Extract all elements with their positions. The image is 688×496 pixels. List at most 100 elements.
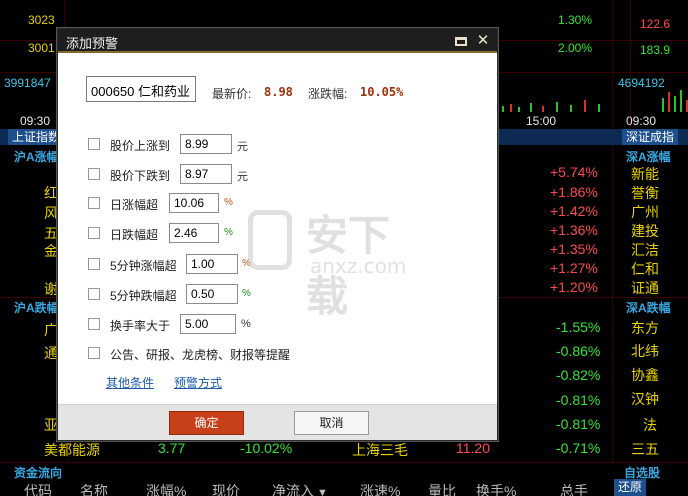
tab-shenzhen-index[interactable]: 深证成指 <box>622 129 679 145</box>
stock-code-field[interactable]: 000650 仁和药业 <box>86 76 196 102</box>
day-fall-checkbox[interactable] <box>88 227 100 239</box>
down-pct: -0.86% <box>556 343 601 359</box>
stock-name-fragment[interactable]: 北纬 <box>631 341 659 361</box>
stock-name-fragment[interactable]: 通 <box>44 343 58 363</box>
price-up-label: 股价上涨到 <box>110 139 171 153</box>
stock-name-fragment[interactable]: 新能 <box>631 164 659 184</box>
five-min-rise-checkbox[interactable] <box>88 258 100 270</box>
five-min-fall-input[interactable]: 0.50 <box>186 284 238 304</box>
five-min-rise-input[interactable]: 1.00 <box>186 254 238 274</box>
price-label: 3023 <box>28 13 55 27</box>
latest-price-value: 8.98 <box>264 85 293 99</box>
maximize-icon[interactable] <box>452 32 470 50</box>
pct-label: 1.30% <box>558 13 593 27</box>
price-up-input[interactable]: 8.99 <box>180 134 232 154</box>
stock-name-fragment[interactable]: 法 <box>643 415 657 435</box>
other-conditions-link[interactable]: 其他条件 <box>106 374 154 391</box>
dialog-title: 添加预警 <box>66 36 119 51</box>
col-header-speed[interactable]: 涨速% <box>360 481 400 496</box>
notices-label: 公告、研报、龙虎榜、财报等提醒 <box>110 348 291 362</box>
stock-name-fragment[interactable]: 风 <box>44 203 58 223</box>
col-header-change[interactable]: 涨幅% <box>146 481 186 496</box>
col-header-name[interactable]: 名称 <box>80 481 108 496</box>
stock-name-fragment[interactable]: 汇洁 <box>631 240 659 260</box>
change-value: 10.05% <box>360 85 404 99</box>
down-pct: -0.82% <box>556 367 601 383</box>
pct-label: 2.00% <box>558 41 593 55</box>
stock-name-fragment[interactable]: 仁和 <box>631 259 659 279</box>
price-up-checkbox[interactable] <box>88 138 100 150</box>
day-rise-input[interactable]: 10.06 <box>169 193 219 213</box>
down-pct: -0.81% <box>556 416 601 432</box>
stock-name-fragment[interactable]: 协鑫 <box>631 365 659 385</box>
stock-name-fragment[interactable]: 建投 <box>631 221 659 241</box>
capital-flow-title: 资金流向 <box>14 466 63 480</box>
turnover-label: 换手率大于 <box>110 319 171 333</box>
time-label: 09:30 <box>20 114 51 128</box>
sh-up-title: 沪A涨幅 <box>14 150 59 164</box>
up-pct: +5.74% <box>550 164 598 180</box>
five-min-rise-unit: % <box>242 258 251 269</box>
up-pct: +1.20% <box>550 279 598 295</box>
stock-name-fragment[interactable]: 亚 <box>44 415 58 435</box>
stock-name-fragment[interactable]: 三五 <box>631 439 659 459</box>
tab-shanghai-index[interactable]: 上证指数 <box>8 129 65 145</box>
volume-bars-right <box>660 88 688 112</box>
down-pct: -1.55% <box>556 319 601 335</box>
turnover-input[interactable]: 5.00 <box>180 314 236 334</box>
day-fall-unit: % <box>224 227 233 238</box>
col-header-code[interactable]: 代码 <box>24 481 52 496</box>
alert-method-link[interactable]: 预警方式 <box>174 374 222 391</box>
grid-line <box>612 0 613 128</box>
sort-down-icon: ▼ <box>314 487 328 496</box>
cancel-button[interactable]: 取消 <box>294 411 369 435</box>
day-rise-unit: % <box>224 197 233 208</box>
up-pct: +1.42% <box>550 203 598 219</box>
stock-name-fragment[interactable]: 誉衡 <box>631 183 659 203</box>
day-fall-label: 日跌幅超 <box>110 228 159 242</box>
last-row-name2[interactable]: 上海三毛 <box>352 440 408 460</box>
time-label: 15:00 <box>526 114 557 128</box>
add-alert-dialog: 添加预警 ✕ 000650 仁和药业 最新价: 8.98 涨跌幅: 10.05%… <box>57 28 498 441</box>
day-rise-checkbox[interactable] <box>88 197 100 209</box>
dialog-title-bar[interactable]: 添加预警 ✕ <box>58 29 497 53</box>
col-header-total[interactable]: 总手 <box>560 481 588 496</box>
confirm-button[interactable]: 确定 <box>169 411 244 435</box>
price-label: 122.6 <box>640 17 671 31</box>
stock-name-fragment[interactable]: 东方 <box>631 318 659 338</box>
restore-button[interactable]: 还原 <box>614 479 646 496</box>
stock-name-fragment[interactable]: 金 <box>44 241 58 261</box>
stock-name-fragment[interactable]: 五 <box>44 223 58 243</box>
stock-name-fragment[interactable]: 证通 <box>631 278 659 298</box>
time-label: 09:30 <box>626 114 657 128</box>
notices-checkbox[interactable] <box>88 347 100 359</box>
price-down-checkbox[interactable] <box>88 168 100 180</box>
last-row-name[interactable]: 美都能源 <box>44 440 100 460</box>
change-label: 涨跌幅: <box>308 87 348 101</box>
price-down-unit: 元 <box>237 171 248 183</box>
last-row-price2: 11.20 <box>456 440 490 456</box>
volume-label: 4694192 <box>618 76 665 90</box>
col-header-volratio[interactable]: 量比 <box>428 481 456 496</box>
stock-name-fragment[interactable]: 红 <box>44 183 58 203</box>
col-header-price[interactable]: 现价 <box>212 481 240 496</box>
close-icon[interactable]: ✕ <box>474 32 492 50</box>
stock-name-fragment[interactable]: 广州 <box>631 202 659 222</box>
stock-name-fragment[interactable]: 广 <box>44 320 58 340</box>
up-pct: +1.86% <box>550 184 598 200</box>
grid-line <box>630 0 631 128</box>
up-pct: +1.27% <box>550 260 598 276</box>
col-header-turnover[interactable]: 换手% <box>476 481 516 496</box>
stock-name-fragment[interactable]: 谢 <box>44 279 58 299</box>
five-min-fall-checkbox[interactable] <box>88 288 100 300</box>
stock-name-fragment[interactable]: 汉钟 <box>631 389 659 409</box>
volume-label: 3991847 <box>4 76 51 90</box>
col-header-netflow[interactable]: 净流入 ▼ <box>272 481 328 496</box>
last-row-pct: -10.02% <box>240 440 293 456</box>
price-up-unit: 元 <box>237 141 248 153</box>
day-fall-input[interactable]: 2.46 <box>169 223 219 243</box>
capital-flow-panel: 资金流向 自选股 代码 名称 涨幅% 现价 净流入 ▼ 涨速% 量比 换手% 总… <box>0 462 688 496</box>
price-down-input[interactable]: 8.97 <box>180 164 232 184</box>
turnover-unit: % <box>241 318 251 330</box>
turnover-checkbox[interactable] <box>88 318 100 330</box>
